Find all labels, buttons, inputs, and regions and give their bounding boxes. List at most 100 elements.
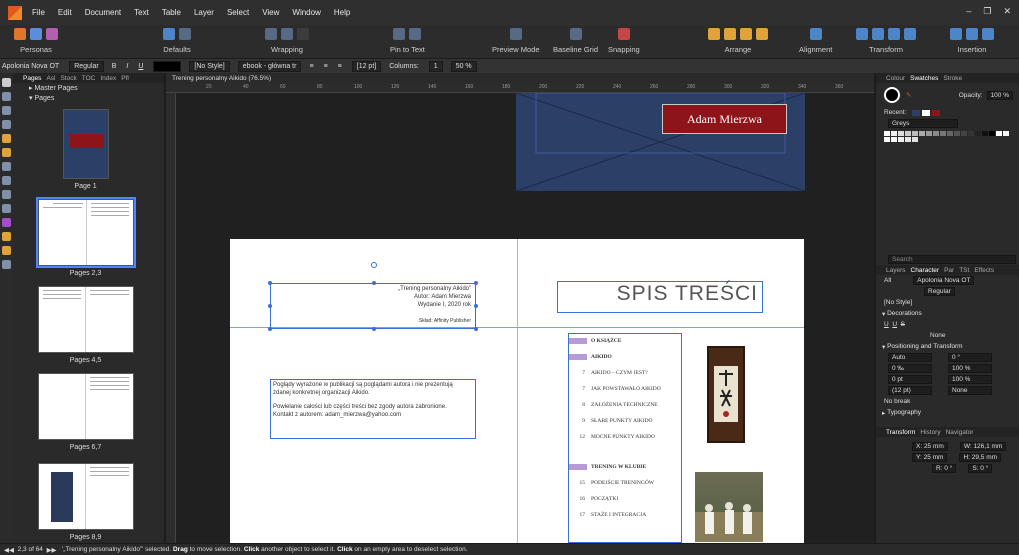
underline-button[interactable]: U [138,63,143,70]
tab-character[interactable]: Character [911,267,940,274]
recent-swatch[interactable] [932,109,941,116]
swatch[interactable] [912,131,918,136]
pin-settings-icon[interactable] [409,28,422,40]
menu-file[interactable]: File [32,8,45,17]
page-thumbnail-6-7[interactable]: Pages 6,7 [13,373,158,451]
toc-title[interactable]: SPIS TREŚCI [557,281,763,313]
palette-select[interactable]: Greys [888,119,958,128]
tab-transform[interactable]: Transform [886,429,915,436]
flip-h-icon[interactable] [856,28,868,40]
insertion-group[interactable]: Insertion [950,27,994,54]
alignment-group[interactable]: Alignment [799,27,832,54]
insert-inside-icon[interactable] [966,28,978,40]
vertical-scale-field[interactable]: 100 % [948,364,992,373]
char-style-select[interactable]: [No Style] [189,60,230,72]
cover-author-name[interactable]: Adam Mierzwa [662,104,787,134]
flip-v-icon[interactable] [872,28,884,40]
gutter-field[interactable]: 50 % [450,60,477,72]
tab-colour[interactable]: Colour [886,75,905,82]
calligraphy-scroll-image[interactable] [707,346,745,443]
menu-table[interactable]: Table [162,8,181,17]
tracking-field[interactable]: 0 ‰ [888,364,932,373]
snapping-group[interactable]: Snapping [608,27,640,54]
selection-handle[interactable] [268,327,272,331]
horizontal-scale-field[interactable]: 100 % [948,375,992,384]
transparency-tool-icon[interactable] [2,232,11,241]
tab-pages[interactable]: Pages [23,75,41,82]
text-color-swatch[interactable] [153,60,182,72]
tab-layers[interactable]: Layers [886,267,906,274]
transform-group[interactable]: Transform [856,27,916,54]
swatch[interactable] [989,131,995,136]
swatch[interactable] [1003,131,1009,136]
page-thumbnail-8-9[interactable]: Pages 8,9 [13,463,158,541]
swatch[interactable] [912,137,918,142]
shear-field[interactable]: 0 ° [948,353,992,362]
swatch[interactable] [884,137,890,142]
zoom-tool-icon[interactable] [2,260,11,269]
swatch[interactable] [905,137,911,142]
document-tab[interactable]: Trening personalny Aikido (76.5%) [166,73,874,83]
swatch-grid[interactable] [876,129,1019,144]
page-thumbnail-1[interactable]: Page 1 [13,109,158,190]
menu-view[interactable]: View [262,8,279,17]
recent-swatch[interactable] [912,109,921,116]
paragraph-style-select[interactable]: ebook - główna tr [237,60,302,72]
arrange-group[interactable]: Arrange [708,27,768,54]
no-break-row[interactable]: No break [876,396,1019,407]
decorations-header[interactable]: ▾ Decorations [876,308,1019,319]
master-pages-row[interactable]: ▸ Master Pages [13,83,164,93]
selection-handle[interactable] [372,327,376,331]
char-all-select[interactable]: All [884,277,891,284]
selection-handle[interactable] [474,327,478,331]
tab-history[interactable]: History [920,429,940,436]
leading-field[interactable]: (12 pt) [888,386,932,395]
swatch[interactable] [891,131,897,136]
align-icon[interactable] [809,28,822,40]
decoration-none-label[interactable]: None [930,332,946,339]
tab-pfl[interactable]: Pfl [121,75,129,82]
swatch[interactable] [982,131,988,136]
close-icon[interactable]: ✕ [1003,6,1011,17]
menu-layer[interactable]: Layer [194,8,214,17]
menu-help[interactable]: Help [334,8,350,17]
restore-icon[interactable]: ❐ [983,6,991,17]
underline-icon[interactable]: U [884,321,889,328]
swatch[interactable] [940,131,946,136]
photo-persona-icon[interactable] [46,28,58,40]
next-page-icon[interactable]: ▶▶ [47,546,57,554]
magnet-icon[interactable] [617,28,630,40]
spread-2-3[interactable]: „Trening personalny Aikido” Autor: Adam … [230,239,804,543]
arrange-forward-icon[interactable] [740,28,752,40]
frame-text-tool-icon[interactable] [2,106,11,115]
document-canvas[interactable]: Trening personalny Aikido (76.5%) 20 40 60… [166,73,874,543]
move-tool-icon[interactable] [2,78,11,87]
menu-text[interactable]: Text [134,8,149,17]
wrap-off-icon[interactable] [297,28,309,40]
defaults-group[interactable]: Defaults [163,27,191,54]
selection-handle[interactable] [268,281,272,285]
char-style-select[interactable]: [No Style] [884,299,912,306]
selection-handle[interactable] [474,304,478,308]
strikethrough-icon[interactable]: S [901,321,905,328]
pin-icon[interactable] [393,28,406,40]
font-select[interactable]: Apolonia Nova OT [2,63,59,70]
tab-index[interactable]: Index [100,75,116,82]
tab-asl[interactable]: Asl [46,75,55,82]
align-left-icon[interactable]: ≡ [309,63,313,70]
preview-icon[interactable] [509,28,522,40]
swatch[interactable] [968,131,974,136]
char-weight-select[interactable]: Regular [924,287,955,296]
credits-text-frame[interactable]: „Trening personalny Aikido” Autor: Adam … [268,281,478,331]
opacity-field[interactable]: 100 % [986,90,1013,100]
menu-document[interactable]: Document [85,8,121,17]
arrange-back-icon[interactable] [708,28,720,40]
tab-toc[interactable]: TOC [82,75,96,82]
align-center-icon[interactable]: ≡ [324,63,328,70]
defaults-icon[interactable] [163,28,175,40]
first-page-icon[interactable]: ◀◀ [4,546,14,554]
rotation-handle[interactable] [371,262,377,268]
insert-before-icon[interactable] [950,28,962,40]
rotate-left-icon[interactable] [888,28,900,40]
double-underline-icon[interactable]: U [892,321,897,328]
